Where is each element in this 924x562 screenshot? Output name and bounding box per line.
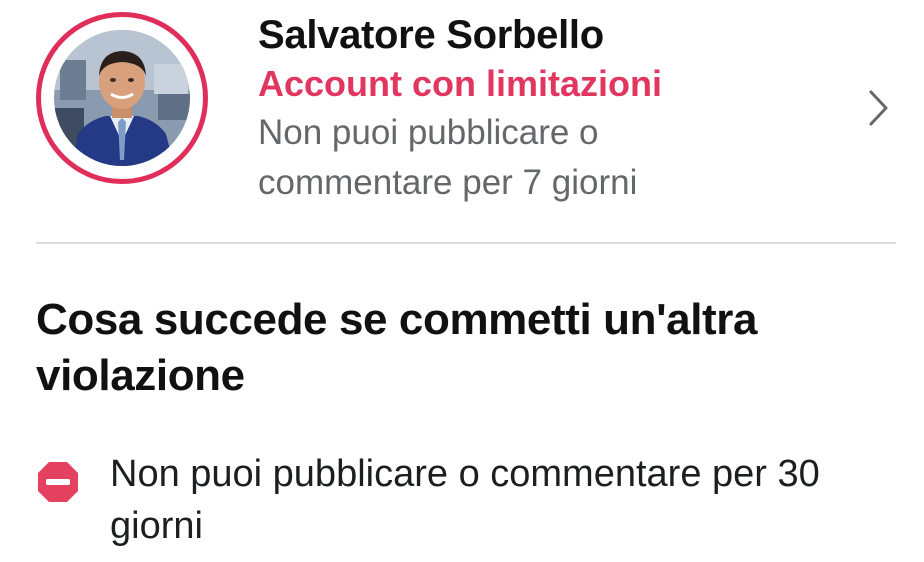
chevron-right-icon[interactable]: [862, 86, 894, 130]
consequence-text: Non puoi pubblicare o commentare per 30 …: [110, 453, 820, 547]
account-text: Salvatore Sorbello Account con limitazio…: [258, 10, 838, 208]
account-status-row[interactable]: Salvatore Sorbello Account con limitazio…: [0, 0, 924, 240]
account-status-label: Account con limitazioni: [258, 63, 663, 104]
consequence-item: Non puoi pubblicare o commentare per 30 …: [36, 446, 906, 556]
restriction-description: Non puoi pubblicare o commentare per 7 g…: [258, 113, 638, 202]
account-name: Salvatore Sorbello: [258, 13, 604, 57]
avatar-ring: [36, 12, 208, 184]
avatar-photo: [54, 30, 190, 166]
avatar: [54, 30, 190, 166]
section-heading: Cosa succede se commetti un'altra violaz…: [36, 295, 758, 400]
divider: [36, 242, 896, 244]
stop-icon: [38, 462, 78, 502]
